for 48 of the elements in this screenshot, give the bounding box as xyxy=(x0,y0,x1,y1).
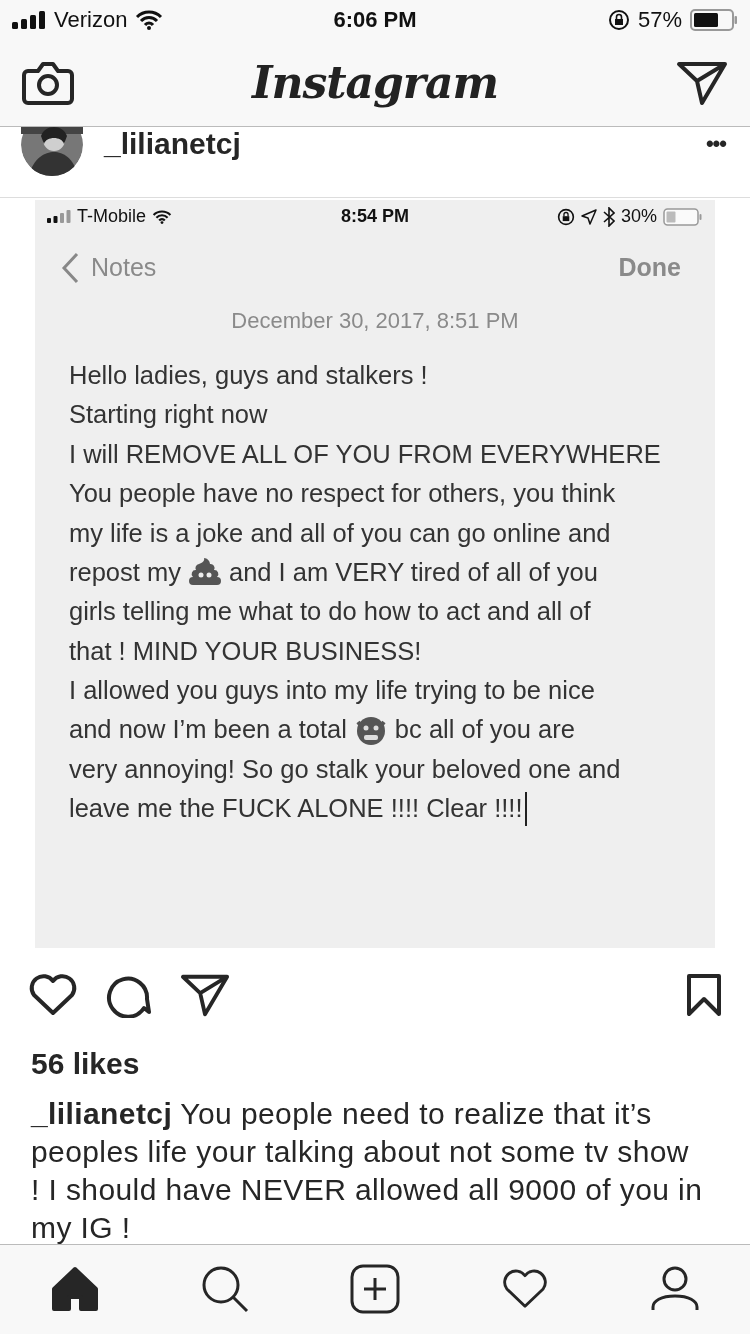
likes-count[interactable]: 56 likes xyxy=(0,1034,750,1081)
note-text: that ! MIND YOUR BUSINESS! xyxy=(69,636,422,666)
note-text: leave me the FUCK ALONE !!!! Clear !!!! xyxy=(69,794,523,824)
app-logo: Instagram xyxy=(251,57,499,109)
heart-icon[interactable] xyxy=(28,972,78,1017)
carrier-name: Verizon xyxy=(54,6,128,33)
bookmark-icon[interactable] xyxy=(686,972,722,1017)
note-text: repost my xyxy=(69,557,181,587)
battery-percent: 30% xyxy=(620,206,657,228)
profile-icon[interactable] xyxy=(651,1266,699,1313)
note-text: my life is a joke and all of you can go online and xyxy=(69,518,611,548)
signal-icon xyxy=(47,210,71,224)
note-text: Starting right now xyxy=(69,400,268,430)
note-text: Hello ladies, guys and stalkers ! xyxy=(69,360,428,390)
poop-emoji-icon xyxy=(188,557,221,588)
location-arrow-icon xyxy=(580,208,597,225)
note-text: girls telling me what to do how to act and all of xyxy=(69,597,591,627)
carrier-name: T-Mobile xyxy=(77,206,147,228)
battery-icon xyxy=(663,207,703,226)
battery-percent: 57% xyxy=(637,6,682,33)
note-text: and now I’m been a total xyxy=(69,715,347,745)
text-cursor xyxy=(524,791,527,826)
note-text: bc all of you are xyxy=(394,715,575,745)
note-text: You people have no respect for others, you think xyxy=(69,479,616,509)
bluetooth-icon xyxy=(602,206,615,227)
camera-icon[interactable] xyxy=(22,60,74,105)
status-time: 6:06 PM xyxy=(333,6,417,33)
rotation-lock-icon xyxy=(556,207,575,226)
more-options-button[interactable]: ••• xyxy=(705,131,726,158)
status-time: 8:54 PM xyxy=(341,206,409,228)
back-chevron-icon xyxy=(61,251,79,284)
heart-icon[interactable] xyxy=(501,1268,549,1311)
search-icon[interactable] xyxy=(201,1265,249,1314)
add-post-icon[interactable] xyxy=(350,1264,400,1315)
rotation-lock-icon xyxy=(607,8,630,31)
signal-icon xyxy=(12,10,46,29)
send-icon[interactable] xyxy=(676,59,728,106)
note-date: December 30, 2017, 8:51 PM xyxy=(230,307,520,334)
home-icon[interactable] xyxy=(51,1266,99,1313)
note-text: very annoying! So go stalk your beloved one and xyxy=(69,754,621,784)
note-text: and I am VERY tired of all of you xyxy=(228,557,598,587)
note-text: I will REMOVE ALL OF YOU FROM EVERYWHERE xyxy=(69,439,661,469)
note-text: I allowed you guys into my life trying to be nice xyxy=(69,676,595,706)
wifi-icon xyxy=(152,209,173,224)
post-caption: _lilianetcj You people need to realize that it’s peoples life your talking about not some tv show ! I should have NEVER allowed all 9000 of you in my IG ! xyxy=(29,1095,704,1244)
battery-icon xyxy=(690,8,738,31)
username[interactable]: _lilianetcj xyxy=(104,127,241,162)
wifi-icon xyxy=(135,9,164,30)
